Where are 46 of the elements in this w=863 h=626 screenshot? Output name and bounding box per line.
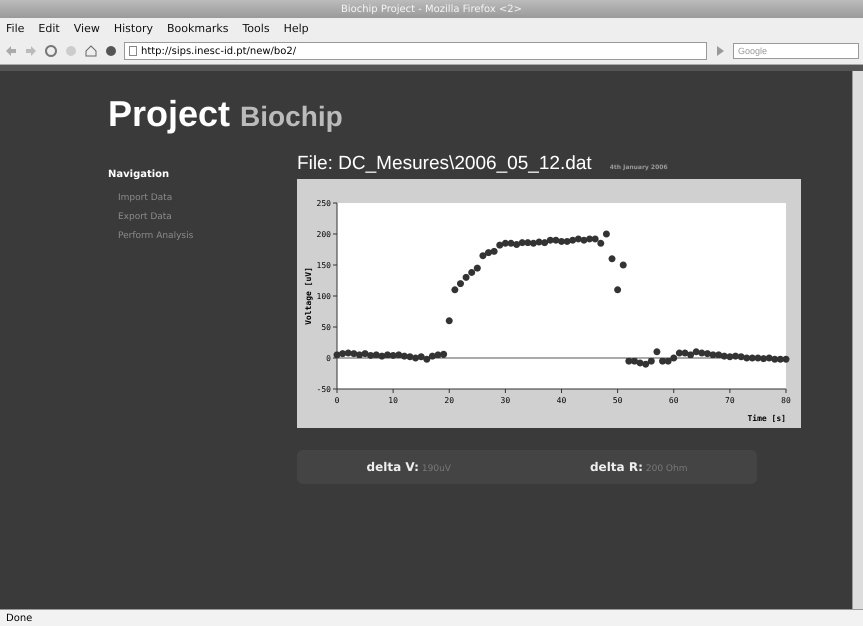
x-tick-label: 30	[500, 396, 510, 405]
result-label: delta R:	[590, 460, 643, 474]
menu-item[interactable]: Edit	[38, 22, 60, 34]
scrollbar[interactable]	[852, 71, 863, 609]
file-title: File: DC_Mesures\2006_05_12.dat	[297, 153, 592, 175]
result-label: delta V:	[366, 460, 419, 474]
page-subtitle: Biochip	[240, 101, 343, 133]
status-text: Done	[6, 612, 32, 624]
menu-item[interactable]: View	[74, 22, 100, 34]
data-point	[608, 255, 616, 262]
y-tick-label: -50	[316, 385, 331, 394]
data-point	[620, 262, 627, 268]
forward-icon[interactable]	[24, 44, 38, 58]
x-tick-label: 10	[388, 396, 398, 405]
search-field[interactable]: Google	[733, 43, 859, 59]
y-tick-label: 200	[316, 230, 331, 239]
page-title: Project	[108, 93, 230, 135]
data-point	[614, 286, 622, 294]
menu-item[interactable]: Help	[284, 22, 309, 34]
y-tick-label: 250	[316, 199, 331, 208]
data-point	[602, 230, 610, 238]
menu-item[interactable]: Bookmarks	[166, 22, 228, 34]
menu-item[interactable]: File	[6, 22, 24, 34]
x-tick-label: 20	[444, 396, 454, 405]
y-tick-label: 50	[321, 323, 331, 332]
x-tick-label: 40	[556, 396, 566, 405]
window-title: Biochip Project - Mozilla Firefox <2>	[340, 4, 522, 14]
data-point	[653, 348, 660, 356]
back-icon[interactable]	[4, 44, 18, 58]
menu-item[interactable]: Tools	[242, 22, 270, 34]
y-tick-label: 100	[316, 292, 331, 301]
y-axis-title: Voltage [uV]	[304, 267, 313, 325]
x-tick-label: 60	[668, 396, 679, 405]
x-tick-label: 80	[781, 396, 791, 405]
x-tick-label: 0	[334, 396, 340, 405]
y-tick-label: 150	[316, 261, 331, 270]
page-icon	[129, 46, 137, 56]
x-tick-label: 70	[725, 396, 735, 405]
x-tick-label: 50	[612, 396, 622, 405]
home-icon[interactable]	[84, 44, 98, 58]
data-point	[446, 317, 453, 324]
y-tick-label: 0	[326, 354, 331, 363]
nav-heading: Navigation	[108, 169, 170, 180]
address-field[interactable]: http://sips.inesc-id.pt/new/bo2/	[124, 42, 707, 60]
menu-item[interactable]: History	[114, 22, 153, 34]
x-axis-title: Time [s]	[747, 414, 786, 423]
